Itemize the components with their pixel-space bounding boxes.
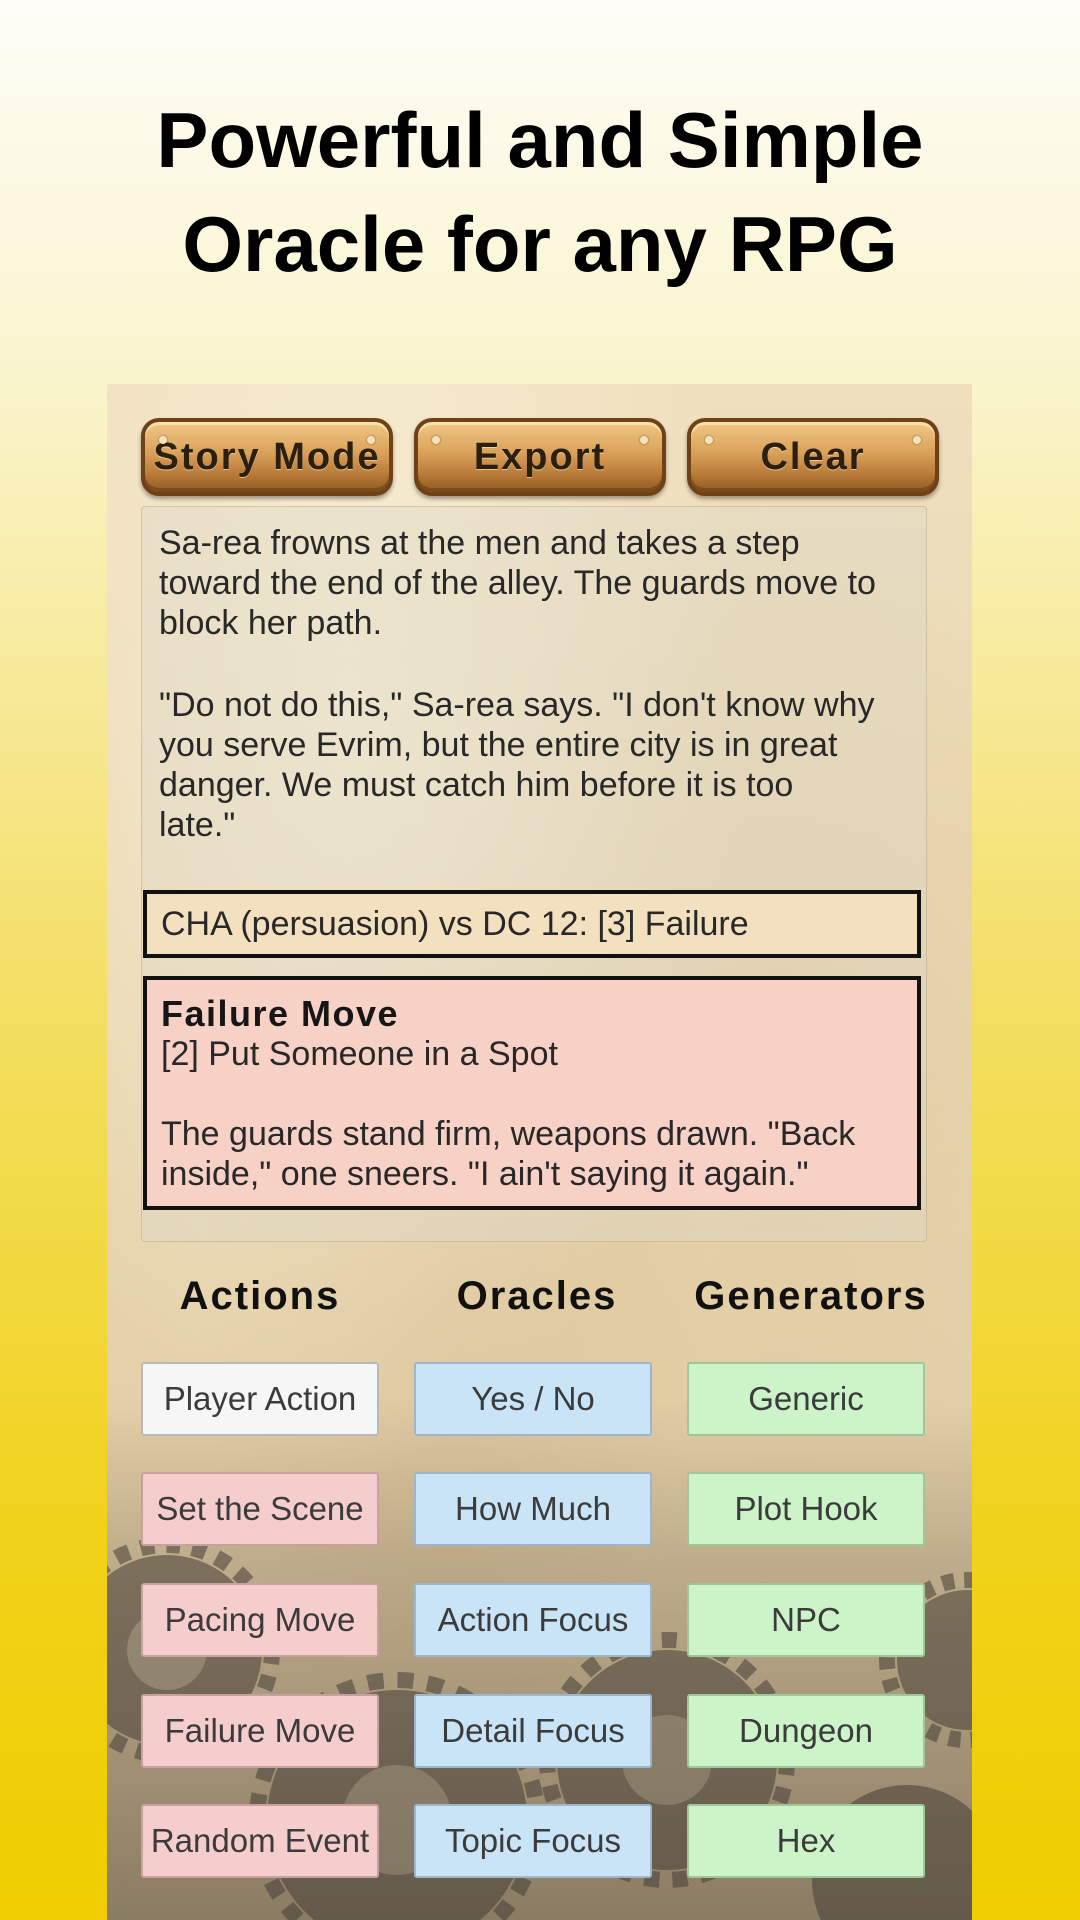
yes-no-button[interactable]: Yes / No — [414, 1362, 652, 1436]
clear-button[interactable]: Clear — [687, 418, 939, 496]
set-the-scene-button[interactable]: Set the Scene — [141, 1472, 379, 1546]
dungeon-button[interactable]: Dungeon — [687, 1694, 925, 1768]
actions-heading: Actions — [179, 1274, 341, 1318]
export-button[interactable]: Export — [414, 418, 666, 496]
topic-focus-button[interactable]: Topic Focus — [414, 1804, 652, 1878]
roll-result-text: CHA (persuasion) vs DC 12: [3] Failure — [161, 904, 749, 943]
plot-hook-button[interactable]: Plot Hook — [687, 1472, 925, 1546]
move-result: [2] Put Someone in a Spot — [161, 1035, 558, 1073]
headline: Powerful and Simple Oracle for any RPG — [0, 88, 1080, 296]
move-text: The guards stand firm, weapons drawn. "B… — [161, 1115, 856, 1193]
failure-move-button[interactable]: Failure Move — [141, 1694, 379, 1768]
oracles-heading: Oracles — [456, 1274, 618, 1318]
npc-button[interactable]: NPC — [687, 1583, 925, 1657]
player-action-button[interactable]: Player Action — [141, 1362, 379, 1436]
generic-button[interactable]: Generic — [687, 1362, 925, 1436]
generators-heading: Generators — [694, 1274, 928, 1318]
story-mode-button[interactable]: Story Mode — [141, 418, 393, 496]
how-much-button[interactable]: How Much — [414, 1472, 652, 1546]
failure-move-box: Failure Move [2] Put Someone in a Spot T… — [143, 976, 921, 1210]
move-title: Failure Move — [161, 993, 400, 1034]
random-event-button[interactable]: Random Event — [141, 1804, 379, 1878]
app-screen: Story Mode Export Clear Sa-rea frowns at… — [107, 384, 972, 1920]
story-paragraph: "Do not do this," Sa-rea says. "I don't … — [159, 686, 875, 844]
roll-result-box: CHA (persuasion) vs DC 12: [3] Failure — [143, 890, 921, 958]
action-focus-button[interactable]: Action Focus — [414, 1583, 652, 1657]
headline-line-2: Oracle for any RPG — [182, 200, 898, 288]
hex-button[interactable]: Hex — [687, 1804, 925, 1878]
toolbar: Story Mode Export Clear — [141, 418, 939, 498]
pacing-move-button[interactable]: Pacing Move — [141, 1583, 379, 1657]
headline-line-1: Powerful and Simple — [156, 96, 924, 184]
story-paragraph: Sa-rea frowns at the men and takes a ste… — [159, 524, 876, 642]
detail-focus-button[interactable]: Detail Focus — [414, 1694, 652, 1768]
